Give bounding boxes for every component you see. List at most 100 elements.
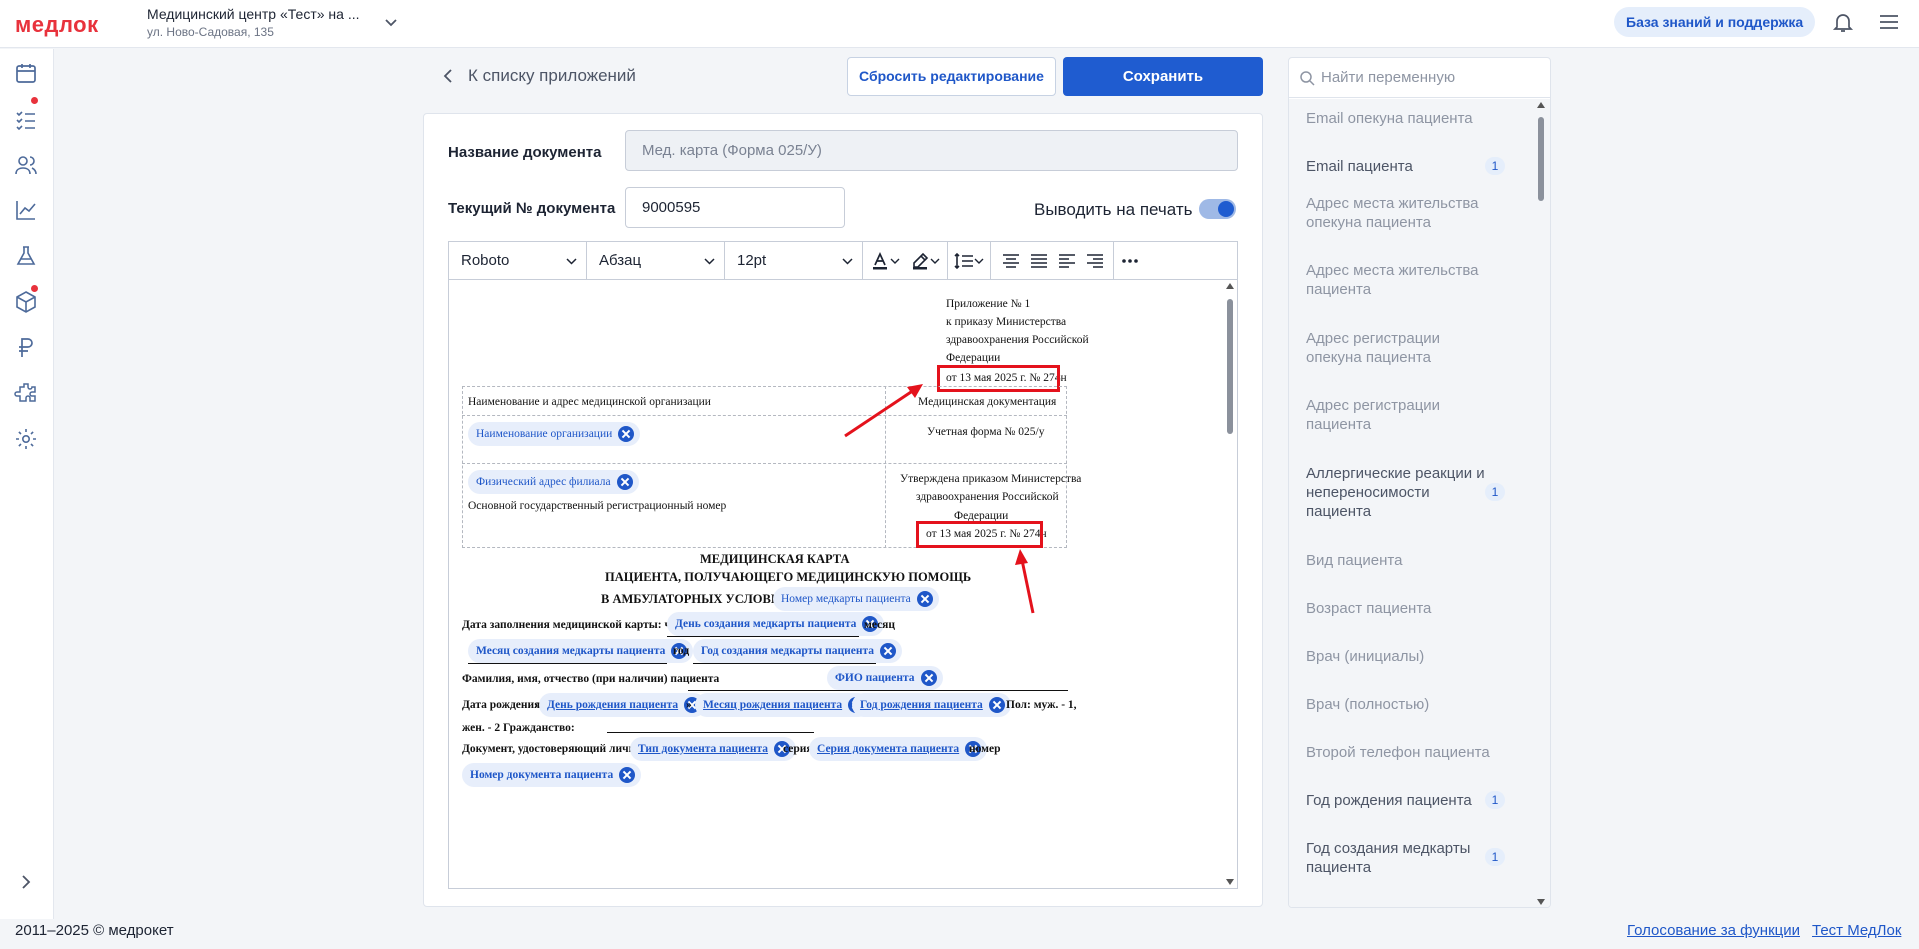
doc-name-label: Название документа bbox=[448, 144, 602, 161]
variable-item[interactable]: Email опекуна пациента bbox=[1306, 109, 1496, 128]
back-to-list-link[interactable]: К списку приложений bbox=[468, 66, 636, 86]
toolbar-divider bbox=[1113, 242, 1114, 280]
variable-chip-label: Месяц рождения пациента bbox=[703, 699, 843, 711]
font-family-select[interactable]: Roboto bbox=[449, 242, 587, 280]
variable-chip-label: ФИО пациента bbox=[835, 672, 915, 684]
menu-icon[interactable] bbox=[1878, 11, 1900, 33]
variable-search[interactable]: Найти переменную bbox=[1289, 58, 1550, 98]
scroll-up-icon[interactable] bbox=[1226, 283, 1234, 289]
clinic-selector[interactable]: Медицинский центр «Тест» на ... ул. Ново… bbox=[147, 6, 359, 39]
block-format-select[interactable]: Абзац bbox=[587, 242, 725, 280]
variable-chip[interactable]: Наименование организации bbox=[468, 422, 641, 446]
chevron-down-icon[interactable] bbox=[383, 14, 399, 30]
remove-icon[interactable] bbox=[619, 767, 636, 783]
editor-scrollbar[interactable] bbox=[1223, 281, 1237, 889]
bell-icon[interactable] bbox=[1831, 10, 1855, 34]
finance-icon[interactable] bbox=[14, 336, 38, 360]
top-bar: медлок Медицинский центр «Тест» на ... у… bbox=[0, 0, 1919, 48]
tasks-icon[interactable] bbox=[14, 107, 38, 131]
variable-item[interactable]: Адрес регистрации пациента bbox=[1306, 396, 1496, 434]
line-height-icon[interactable] bbox=[953, 250, 975, 272]
variable-item[interactable]: Email пациента bbox=[1306, 157, 1496, 176]
feature-voting-link[interactable]: Голосование за функции bbox=[1627, 922, 1800, 939]
variable-item[interactable]: Адрес места жительства опекуна пациента bbox=[1306, 194, 1496, 232]
remove-icon[interactable] bbox=[988, 697, 1005, 713]
variable-item[interactable]: Второй телефон пациента bbox=[1306, 743, 1496, 762]
chevron-down-icon[interactable] bbox=[973, 250, 985, 272]
chevron-down-icon[interactable] bbox=[929, 250, 941, 272]
chevron-left-icon[interactable] bbox=[441, 68, 455, 84]
underline bbox=[688, 690, 1068, 691]
analytics-icon[interactable] bbox=[14, 198, 38, 222]
variable-chip[interactable]: Серия документа пациента bbox=[809, 737, 988, 761]
doc-number-field[interactable]: 9000595 bbox=[625, 187, 845, 228]
align-left-icon[interactable] bbox=[1056, 250, 1078, 272]
variable-chip[interactable]: Физический адрес филиала bbox=[468, 470, 639, 494]
test-medlok-link[interactable]: Тест МедЛок bbox=[1812, 922, 1901, 939]
reset-edit-button[interactable]: Сбросить редактирование bbox=[847, 57, 1056, 96]
variable-chip[interactable]: Месяц создания медкарты пациента bbox=[468, 639, 694, 663]
align-center-icon[interactable] bbox=[1000, 250, 1022, 272]
remove-icon[interactable] bbox=[920, 670, 937, 686]
settings-icon[interactable] bbox=[14, 427, 38, 451]
integrations-icon[interactable] bbox=[14, 381, 38, 405]
variable-chip-label: День рождения пациента bbox=[547, 699, 679, 711]
align-right-icon[interactable] bbox=[1084, 250, 1106, 272]
knowledge-base-button[interactable]: База знаний и поддержка bbox=[1614, 7, 1816, 37]
variable-item[interactable]: Адрес места жительства пациента bbox=[1306, 261, 1496, 299]
remove-icon[interactable] bbox=[916, 591, 933, 607]
chevron-down-icon bbox=[704, 258, 715, 265]
variable-item[interactable]: Врач (полностью) bbox=[1306, 695, 1496, 714]
remove-icon[interactable] bbox=[618, 426, 635, 442]
variables-scrollbar[interactable] bbox=[1534, 99, 1548, 907]
card-title-line: МЕДИЦИНСКАЯ КАРТА bbox=[700, 552, 850, 566]
scroll-down-icon[interactable] bbox=[1226, 879, 1234, 885]
font-size-select[interactable]: 12pt bbox=[725, 242, 863, 280]
table-divider bbox=[462, 415, 1067, 416]
variable-chip[interactable]: Год создания медкарты пациента bbox=[693, 639, 903, 663]
variable-chip[interactable]: ФИО пациента bbox=[827, 666, 943, 690]
variable-item[interactable]: Врач (инициалы) bbox=[1306, 647, 1496, 666]
variable-chip[interactable]: Год рождения пациента bbox=[852, 693, 1011, 717]
approved-line: здравоохранения Российской bbox=[916, 491, 1059, 503]
variable-item[interactable]: Аллергические реакции и непереносимости … bbox=[1306, 464, 1486, 521]
sex-label: Пол: муж. - 1, bbox=[1006, 699, 1077, 711]
patients-icon[interactable] bbox=[14, 153, 38, 177]
font-family-value: Roboto bbox=[461, 252, 510, 269]
chevron-right-icon[interactable] bbox=[16, 872, 36, 892]
calendar-icon[interactable] bbox=[14, 61, 38, 85]
scroll-down-icon[interactable] bbox=[1537, 899, 1545, 905]
scroll-up-icon[interactable] bbox=[1537, 102, 1545, 108]
scroll-thumb[interactable] bbox=[1227, 299, 1233, 434]
medlok-logo[interactable]: медлок bbox=[15, 12, 99, 38]
variable-chip[interactable]: Месяц рождения пациента bbox=[695, 693, 871, 717]
document-content[interactable]: Приложение № 1 к приказу Министерства зд… bbox=[449, 281, 1222, 889]
highlight-box bbox=[916, 521, 1043, 548]
variable-chip-label: Физический адрес филиала bbox=[476, 476, 611, 488]
doc-name-field[interactable]: Мед. карта (Форма 025/У) bbox=[625, 130, 1238, 171]
variable-item[interactable]: Адрес регистрации опекуна пациента bbox=[1306, 329, 1496, 367]
save-button[interactable]: Сохранить bbox=[1063, 57, 1263, 96]
toolbar-divider bbox=[947, 242, 948, 280]
variable-chip[interactable]: Номер документа пациента bbox=[462, 763, 642, 787]
align-justify-icon[interactable] bbox=[1028, 250, 1050, 272]
scroll-thumb[interactable] bbox=[1538, 117, 1544, 201]
variable-chip[interactable]: Номер медкарты пациента bbox=[773, 587, 939, 611]
lab-icon[interactable] bbox=[14, 244, 38, 268]
highlight-icon[interactable] bbox=[909, 250, 931, 272]
warehouse-icon[interactable] bbox=[14, 290, 38, 314]
print-toggle[interactable] bbox=[1199, 199, 1236, 219]
variable-item[interactable]: Возраст пациента bbox=[1306, 599, 1496, 618]
id-doc-label: Документ, удостоверяющий личность bbox=[462, 743, 658, 755]
variable-item[interactable]: Вид пациента bbox=[1306, 551, 1496, 570]
more-options-icon[interactable] bbox=[1119, 250, 1141, 272]
variable-item[interactable]: Год создания медкарты пациента bbox=[1306, 839, 1496, 877]
remove-icon[interactable] bbox=[880, 643, 897, 659]
variable-chip[interactable]: День создания медкарты пациента bbox=[667, 612, 885, 636]
chevron-down-icon[interactable] bbox=[889, 250, 901, 272]
variable-chip[interactable]: День рождения пациента bbox=[539, 693, 707, 717]
variable-chip[interactable]: Тип документа пациента bbox=[630, 737, 797, 761]
remove-icon[interactable] bbox=[616, 474, 633, 490]
variable-item[interactable]: Год рождения пациента bbox=[1306, 791, 1496, 810]
text-color-icon[interactable] bbox=[869, 250, 891, 272]
